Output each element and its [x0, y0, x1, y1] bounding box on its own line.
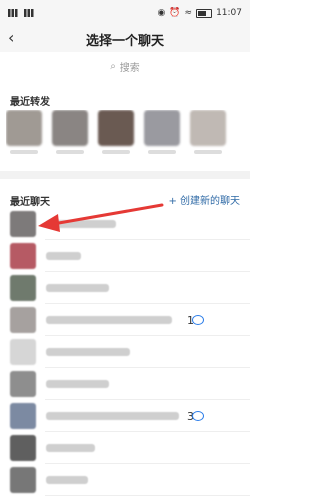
row-divider [45, 495, 250, 496]
chat-row[interactable] [0, 208, 250, 240]
recent-forward-item[interactable] [144, 110, 180, 165]
signal-icon [8, 9, 20, 17]
recent-forward-item[interactable] [190, 110, 226, 165]
battery-icon [196, 8, 213, 18]
blurred-name [148, 150, 176, 154]
avatar [10, 275, 36, 301]
chat-row[interactable] [0, 272, 250, 304]
blurred-chat-name [46, 220, 116, 228]
blurred-chat-name [46, 444, 95, 452]
recent-chats-label: 最近聊天 [10, 197, 50, 208]
page-title: 选择一个聊天 [85, 33, 164, 49]
chat-row[interactable] [0, 432, 250, 464]
top-bar: ‹ 选择一个聊天 [0, 26, 250, 52]
back-arrow-icon[interactable]: ‹ [8, 30, 24, 46]
avatar [52, 110, 88, 146]
chat-row[interactable]: 3 [0, 400, 250, 432]
search-input[interactable]: ⌕ 搜索 [8, 56, 242, 76]
create-new-chat-button[interactable]: + 创建新的聊天 [168, 192, 240, 207]
recent-chats-list: 13 [0, 208, 250, 496]
avatar [10, 243, 36, 269]
chat-row[interactable] [0, 336, 250, 368]
avatar [10, 339, 36, 365]
search-placeholder: 搜索 [119, 62, 140, 74]
avatar [6, 110, 42, 146]
avatar [10, 371, 36, 397]
chat-row[interactable] [0, 368, 250, 400]
wifi-icon: ≈ [184, 8, 193, 18]
blurred-name [194, 150, 222, 154]
blurred-chat-name [46, 380, 109, 388]
blurred-chat-name [46, 284, 109, 292]
blurred-chat-name [46, 476, 88, 484]
chat-row[interactable] [0, 240, 250, 272]
chat-row[interactable] [0, 464, 250, 496]
avatar [10, 435, 36, 461]
blurred-name [10, 150, 38, 154]
section-divider [0, 171, 250, 179]
blurred-chat-name [46, 252, 81, 260]
recent-forward-list [6, 110, 250, 165]
status-left [8, 9, 36, 17]
blurred-name [102, 150, 130, 154]
recent-forward-item[interactable] [52, 110, 88, 165]
blurred-chat-name [46, 348, 130, 356]
avatar [190, 110, 226, 146]
blurred-name [56, 150, 84, 154]
status-right: ◉ ⏰ ≈ 11:07 [157, 8, 242, 18]
avatar [98, 110, 134, 146]
chat-bubble-icon [192, 411, 204, 421]
avatar [144, 110, 180, 146]
eye-icon: ◉ [157, 8, 166, 18]
status-bar: ◉ ⏰ ≈ 11:07 [0, 0, 250, 26]
search-icon: ⌕ [110, 60, 116, 72]
recent-forward-label: 最近转发 [10, 97, 50, 108]
avatar [10, 307, 36, 333]
blurred-chat-name [46, 316, 172, 324]
alarm-icon: ⏰ [169, 8, 181, 18]
avatar [10, 467, 36, 493]
chat-row[interactable]: 1 [0, 304, 250, 336]
blurred-chat-name [46, 412, 179, 420]
signal-icon [24, 9, 36, 17]
recent-forward-item[interactable] [98, 110, 134, 165]
status-time: 11:07 [216, 8, 242, 18]
recent-forward-item[interactable] [6, 110, 42, 165]
avatar [10, 403, 36, 429]
chat-bubble-icon [192, 315, 204, 325]
avatar [10, 211, 36, 237]
